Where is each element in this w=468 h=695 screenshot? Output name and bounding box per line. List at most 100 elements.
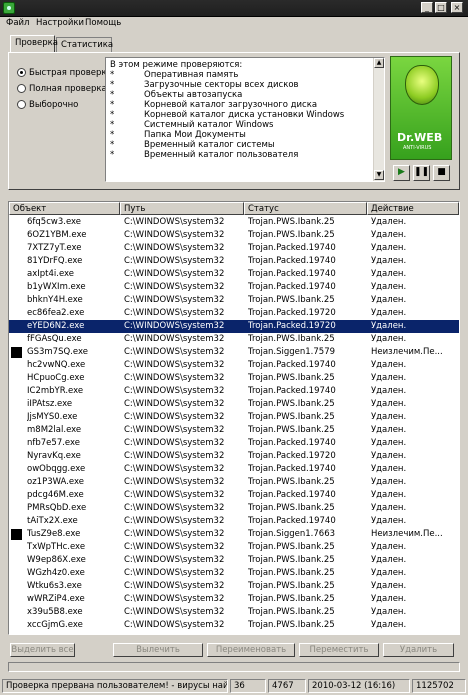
- scroll-down-arrow[interactable]: ▼: [374, 170, 384, 180]
- cell-action: Удален.: [371, 451, 407, 461]
- cell-obj: pdcg46M.exe: [27, 490, 84, 500]
- table-row[interactable]: oz1P3WA.exe C:\WINDOWS\system32 Trojan.PWS…: [9, 476, 459, 489]
- maximize-button[interactable]: □: [435, 2, 447, 13]
- cell-obj: tAiTx2X.exe: [27, 516, 78, 526]
- status-found: 36: [230, 679, 266, 693]
- header-status[interactable]: Статус: [244, 202, 367, 215]
- table-row[interactable]: TxWpTHc.exe C:\WINDOWS\system32 Trojan.PWS…: [9, 541, 459, 554]
- table-row[interactable]: eYED6N2.exe C:\WINDOWS\system32 Trojan.Pac…: [9, 320, 459, 333]
- scope-bullet: *: [110, 100, 115, 110]
- header-path[interactable]: Путь: [120, 202, 244, 215]
- radio-dot[interactable]: [17, 100, 26, 109]
- table-row[interactable]: HCpuoCg.exe C:\WINDOWS\system32 Trojan.PWS…: [9, 372, 459, 385]
- cell-path: C:\WINDOWS\system32: [124, 620, 225, 630]
- table-row[interactable]: wWRZiP4.exe C:\WINDOWS\system32 Trojan.PWS…: [9, 593, 459, 606]
- cell-status: Trojan.Packed.19720: [248, 321, 336, 331]
- title-bar: _ □ ×: [0, 0, 468, 17]
- table-row[interactable]: WGzh4z0.exe C:\WINDOWS\system32 Trojan.PWS…: [9, 567, 459, 580]
- table-row[interactable]: pdcg46M.exe C:\WINDOWS\system32 Trojan.Pac…: [9, 489, 459, 502]
- scope-bullet: *: [110, 110, 115, 120]
- cell-action: Удален.: [371, 464, 407, 474]
- menu-settings[interactable]: Настройки: [36, 18, 84, 28]
- radio-dot[interactable]: [17, 84, 26, 93]
- table-row[interactable]: fFGAsQu.exe C:\WINDOWS\system32 Trojan.PWS…: [9, 333, 459, 346]
- stop-icon: ■: [437, 167, 446, 177]
- table-row[interactable]: axIpt4i.exe C:\WINDOWS\system32 Trojan.Pac…: [9, 268, 459, 281]
- cell-status: Trojan.Packed.19740: [248, 490, 336, 500]
- cell-action: Удален.: [371, 581, 407, 591]
- cell-path: C:\WINDOWS\system32: [124, 412, 225, 422]
- table-row[interactable]: W9ep86X.exe C:\WINDOWS\system32 Trojan.PWS…: [9, 554, 459, 567]
- table-row[interactable]: NyravKq.exe C:\WINDOWS\system32 Trojan.Pac…: [9, 450, 459, 463]
- cell-status: Trojan.PWS.Ibank.25: [248, 620, 335, 630]
- cell-action: Удален.: [371, 516, 407, 526]
- scope-bullet: *: [110, 150, 115, 160]
- scroll-up-arrow[interactable]: ▲: [374, 58, 384, 68]
- cell-path: C:\WINDOWS\system32: [124, 347, 225, 357]
- cell-action: Неизлечим.Пе...: [371, 347, 443, 357]
- table-row[interactable]: tAiTx2X.exe C:\WINDOWS\system32 Trojan.Pac…: [9, 515, 459, 528]
- table-row[interactable]: x39u5B8.exe C:\WINDOWS\system32 Trojan.PWS…: [9, 606, 459, 619]
- table-row[interactable]: 6fq5cw3.exe C:\WINDOWS\system32 Trojan.PWS…: [9, 216, 459, 229]
- cell-status: Trojan.PWS.Ibank.25: [248, 334, 335, 344]
- cell-status: Trojan.PWS.Ibank.25: [248, 373, 335, 383]
- menu-file[interactable]: Файл: [6, 18, 29, 28]
- table-row[interactable]: xccGjmG.exe C:\WINDOWS\system32 Trojan.PWS…: [9, 619, 459, 632]
- logo-subtitle: ANTI-VIRUS: [403, 145, 432, 151]
- table-row[interactable]: 6OZ1YBM.exe C:\WINDOWS\system32 Trojan.PWS…: [9, 229, 459, 242]
- table-row[interactable]: PMRsQbD.exe C:\WINDOWS\system32 Trojan.PWS…: [9, 502, 459, 515]
- delete-button[interactable]: Удалить: [383, 643, 454, 657]
- scope-item: Корневой каталог диска установки Windows: [144, 110, 345, 120]
- header-action[interactable]: Действие: [367, 202, 459, 215]
- minimize-button[interactable]: _: [421, 2, 433, 13]
- scope-bullet: *: [110, 70, 115, 80]
- table-row[interactable]: m8M2lal.exe C:\WINDOWS\system32 Trojan.PWS…: [9, 424, 459, 437]
- cell-obj: 7XTZ7yT.exe: [27, 243, 82, 253]
- cell-obj: IC2mbYR.exe: [27, 386, 84, 396]
- cure-button[interactable]: Вылечить: [113, 643, 203, 657]
- table-row[interactable]: owObqgg.exe C:\WINDOWS\system32 Trojan.Pac…: [9, 463, 459, 476]
- tab-scan[interactable]: Проверка: [10, 35, 58, 52]
- cell-path: C:\WINDOWS\system32: [124, 464, 225, 474]
- cell-path: C:\WINDOWS\system32: [124, 334, 225, 344]
- cell-path: C:\WINDOWS\system32: [124, 360, 225, 370]
- table-row[interactable]: bhknY4H.exe C:\WINDOWS\system32 Trojan.PWS…: [9, 294, 459, 307]
- scope-bullet: *: [110, 90, 115, 100]
- select-all-button[interactable]: Выделить все: [10, 643, 75, 657]
- cell-path: C:\WINDOWS\system32: [124, 282, 225, 292]
- table-row[interactable]: TusZ9e8.exe C:\WINDOWS\system32 Trojan.Sig…: [9, 528, 459, 541]
- table-row[interactable]: IC2mbYR.exe C:\WINDOWS\system32 Trojan.Pac…: [9, 385, 459, 398]
- move-button[interactable]: Переместить: [299, 643, 379, 657]
- table-row[interactable]: GS3m7SQ.exe C:\WINDOWS\system32 Trojan.Sig…: [9, 346, 459, 359]
- radio-dot[interactable]: [17, 68, 26, 77]
- cell-obj: 81YDrFQ.exe: [27, 256, 83, 266]
- table-row[interactable]: hc2vwNQ.exe C:\WINDOWS\system32 Trojan.Pac…: [9, 359, 459, 372]
- cell-path: C:\WINDOWS\system32: [124, 373, 225, 383]
- table-row[interactable]: ec86fea2.exe C:\WINDOWS\system32 Trojan.Pa…: [9, 307, 459, 320]
- table-row[interactable]: 7XTZ7yT.exe C:\WINDOWS\system32 Trojan.Pac…: [9, 242, 459, 255]
- header-object[interactable]: Объект: [9, 202, 120, 215]
- table-row[interactable]: Wtku6s3.exe C:\WINDOWS\system32 Trojan.PWS…: [9, 580, 459, 593]
- rename-button[interactable]: Переименовать: [207, 643, 295, 657]
- cell-path: C:\WINDOWS\system32: [124, 581, 225, 591]
- cell-obj: m8M2lal.exe: [27, 425, 82, 435]
- pause-button[interactable]: ❚❚: [413, 165, 430, 181]
- scan-progress-bar: [8, 662, 460, 672]
- drweb-app-icon[interactable]: [3, 2, 15, 14]
- cell-status: Trojan.Packed.19720: [248, 451, 336, 461]
- table-row[interactable]: JjsMYS0.exe C:\WINDOWS\system32 Trojan.PWS…: [9, 411, 459, 424]
- stop-button[interactable]: ■: [433, 165, 450, 181]
- scope-scrollbar[interactable]: ▲ ▼: [373, 58, 384, 181]
- table-row[interactable]: nfb7e57.exe C:\WINDOWS\system32 Trojan.Pac…: [9, 437, 459, 450]
- table-row[interactable]: iIPAtsz.exe C:\WINDOWS\system32 Trojan.PWS…: [9, 398, 459, 411]
- start-button[interactable]: ▶: [393, 165, 410, 181]
- cell-status: Trojan.PWS.Ibank.25: [248, 568, 335, 578]
- cell-action: Удален.: [371, 620, 407, 630]
- tab-statistics[interactable]: Статистика: [56, 37, 113, 52]
- close-button[interactable]: ×: [451, 2, 463, 13]
- table-row[interactable]: 81YDrFQ.exe C:\WINDOWS\system32 Trojan.Pac…: [9, 255, 459, 268]
- cell-obj: W9ep86X.exe: [27, 555, 86, 565]
- cell-action: Удален.: [371, 360, 407, 370]
- menu-help[interactable]: Помощь: [85, 18, 121, 28]
- table-row[interactable]: b1yWXIm.exe C:\WINDOWS\system32 Trojan.Pac…: [9, 281, 459, 294]
